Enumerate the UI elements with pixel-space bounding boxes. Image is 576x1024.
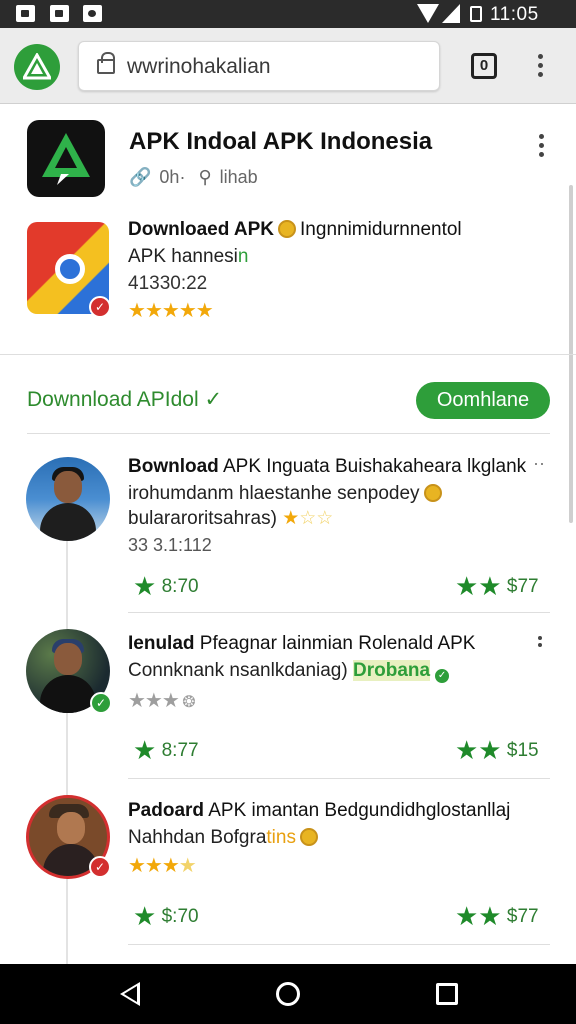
list-item-number: 33 3.1:112 [128, 535, 212, 555]
list-item-line: Connknank nsanlkdaniag) Drobana ✓ [128, 660, 452, 685]
star-icon: ★★ [455, 571, 502, 601]
link-icon: 🔗 [129, 167, 152, 187]
list-item-rating: ★★★★ [128, 853, 197, 878]
tabs-button[interactable]: 0 [471, 53, 497, 79]
clock: 11:05 [490, 4, 539, 25]
divider [128, 778, 550, 779]
meta-time: 0h· [159, 167, 186, 187]
list-item-line: irohumdanm hlaestanhe senpodey [128, 483, 446, 505]
notification-icon [16, 5, 35, 22]
page-title: APK Indoal APK Indonesia [129, 128, 433, 155]
header-meta: 🔗 0h· ⚲ lihab [129, 167, 266, 188]
featured-number: 41330:22 [128, 273, 208, 294]
meta-label: lihab [219, 167, 258, 187]
divider [0, 354, 576, 355]
browser-lens-icon [55, 254, 85, 284]
search-icon: ⚲ [198, 167, 212, 187]
metric-left[interactable]: ★ 8:70 [133, 571, 199, 602]
section-title[interactable]: Downnload APIdol ✓ [27, 387, 222, 412]
download-button[interactable]: Oomhlane [416, 382, 550, 419]
verified-badge-icon: ✓ [90, 692, 112, 714]
featured-title-rest: Ingnnimidurnnentol [300, 219, 462, 240]
list-item-line: Nahhdan Bofgratins [128, 827, 322, 849]
browser-toolbar: wwrinohakalian 0 [0, 28, 576, 104]
star-icon: ★ [133, 735, 157, 765]
coin-icon [299, 828, 318, 846]
featured-subtitle-text: APK hannesi [128, 246, 238, 267]
avatar[interactable] [26, 457, 110, 541]
coin-icon [278, 220, 297, 238]
home-icon[interactable] [276, 982, 300, 1006]
status-bar: 11:05 [0, 0, 576, 28]
divider [128, 612, 550, 613]
share-icon: ❂ [178, 694, 195, 711]
star-icon: ★ [133, 901, 157, 931]
lock-icon [97, 52, 115, 74]
system-nav-bar [0, 964, 576, 1024]
list-item-title[interactable]: Bownload APK Inguata Buishakaheara lkgla… [128, 456, 526, 478]
recent-apps-icon[interactable] [436, 983, 458, 1005]
list-item-line: bulararoritsahras) ★☆☆ [128, 508, 334, 529]
signal-icon [442, 4, 460, 23]
battery-icon [470, 6, 482, 22]
featured-rating: ★★★★★ [128, 298, 214, 323]
metric-left[interactable]: ★ $:70 [133, 901, 199, 932]
star-icon: ★ [133, 571, 157, 601]
star-icon: ★ [178, 855, 197, 877]
metric-right[interactable]: ★★ $77 [455, 571, 539, 602]
star-icon: ★ [195, 300, 214, 322]
more-icon[interactable]: ·· [533, 453, 545, 474]
back-icon[interactable] [120, 982, 140, 1006]
wifi-icon [417, 4, 439, 23]
list-item-title[interactable]: Padoard APK imantan Bedgundidhglostanlla… [128, 800, 510, 822]
featured-subtitle-highlight: n [237, 246, 249, 267]
list-item-rating: ★★★ ❂ [128, 688, 196, 713]
star-icon: ☆☆ [299, 508, 334, 529]
divider [128, 944, 550, 945]
star-icon: ★ [282, 508, 300, 529]
browser-menu-icon[interactable] [538, 54, 544, 81]
metric-right[interactable]: ★★ $15 [455, 735, 539, 766]
app-logo-icon[interactable] [27, 120, 105, 197]
featured-title-bold: Downloaed APK [128, 219, 275, 240]
timeline-line [66, 540, 68, 970]
divider [27, 433, 550, 434]
star-icon: ★★ [455, 901, 502, 931]
coin-icon [423, 484, 442, 502]
check-icon: ✓ [433, 667, 452, 685]
star-icon: ★★ [455, 735, 502, 765]
featured-title[interactable]: Downloaed APK Ingnnimidurnnentol [128, 219, 548, 241]
url-text[interactable]: wwrinohakalian [127, 55, 271, 79]
site-logo-icon[interactable] [14, 44, 60, 90]
metric-left[interactable]: ★ 8:77 [133, 735, 199, 766]
star-icon: ★★★ [128, 690, 180, 712]
star-icon: ★ [178, 300, 197, 322]
star-icon: ★ [144, 300, 163, 322]
verified-badge-icon: ✓ [89, 296, 111, 318]
featured-subtitle: APK hannesin [128, 246, 248, 268]
verified-badge-icon: ✓ [89, 856, 111, 878]
star-icon: ★ [161, 300, 180, 322]
star-icon: ★ [128, 300, 146, 322]
notification-icon [83, 5, 102, 22]
star-icon: ★★★ [128, 855, 180, 877]
metric-right[interactable]: ★★ $77 [455, 901, 539, 932]
list-item-title[interactable]: Ienulad Pfeagnar lainmian Rolenald APK [128, 633, 475, 655]
url-bar[interactable]: wwrinohakalian [78, 41, 440, 91]
more-icon[interactable] [538, 636, 544, 650]
header-more-icon[interactable] [539, 134, 545, 161]
notification-icon [50, 5, 69, 22]
